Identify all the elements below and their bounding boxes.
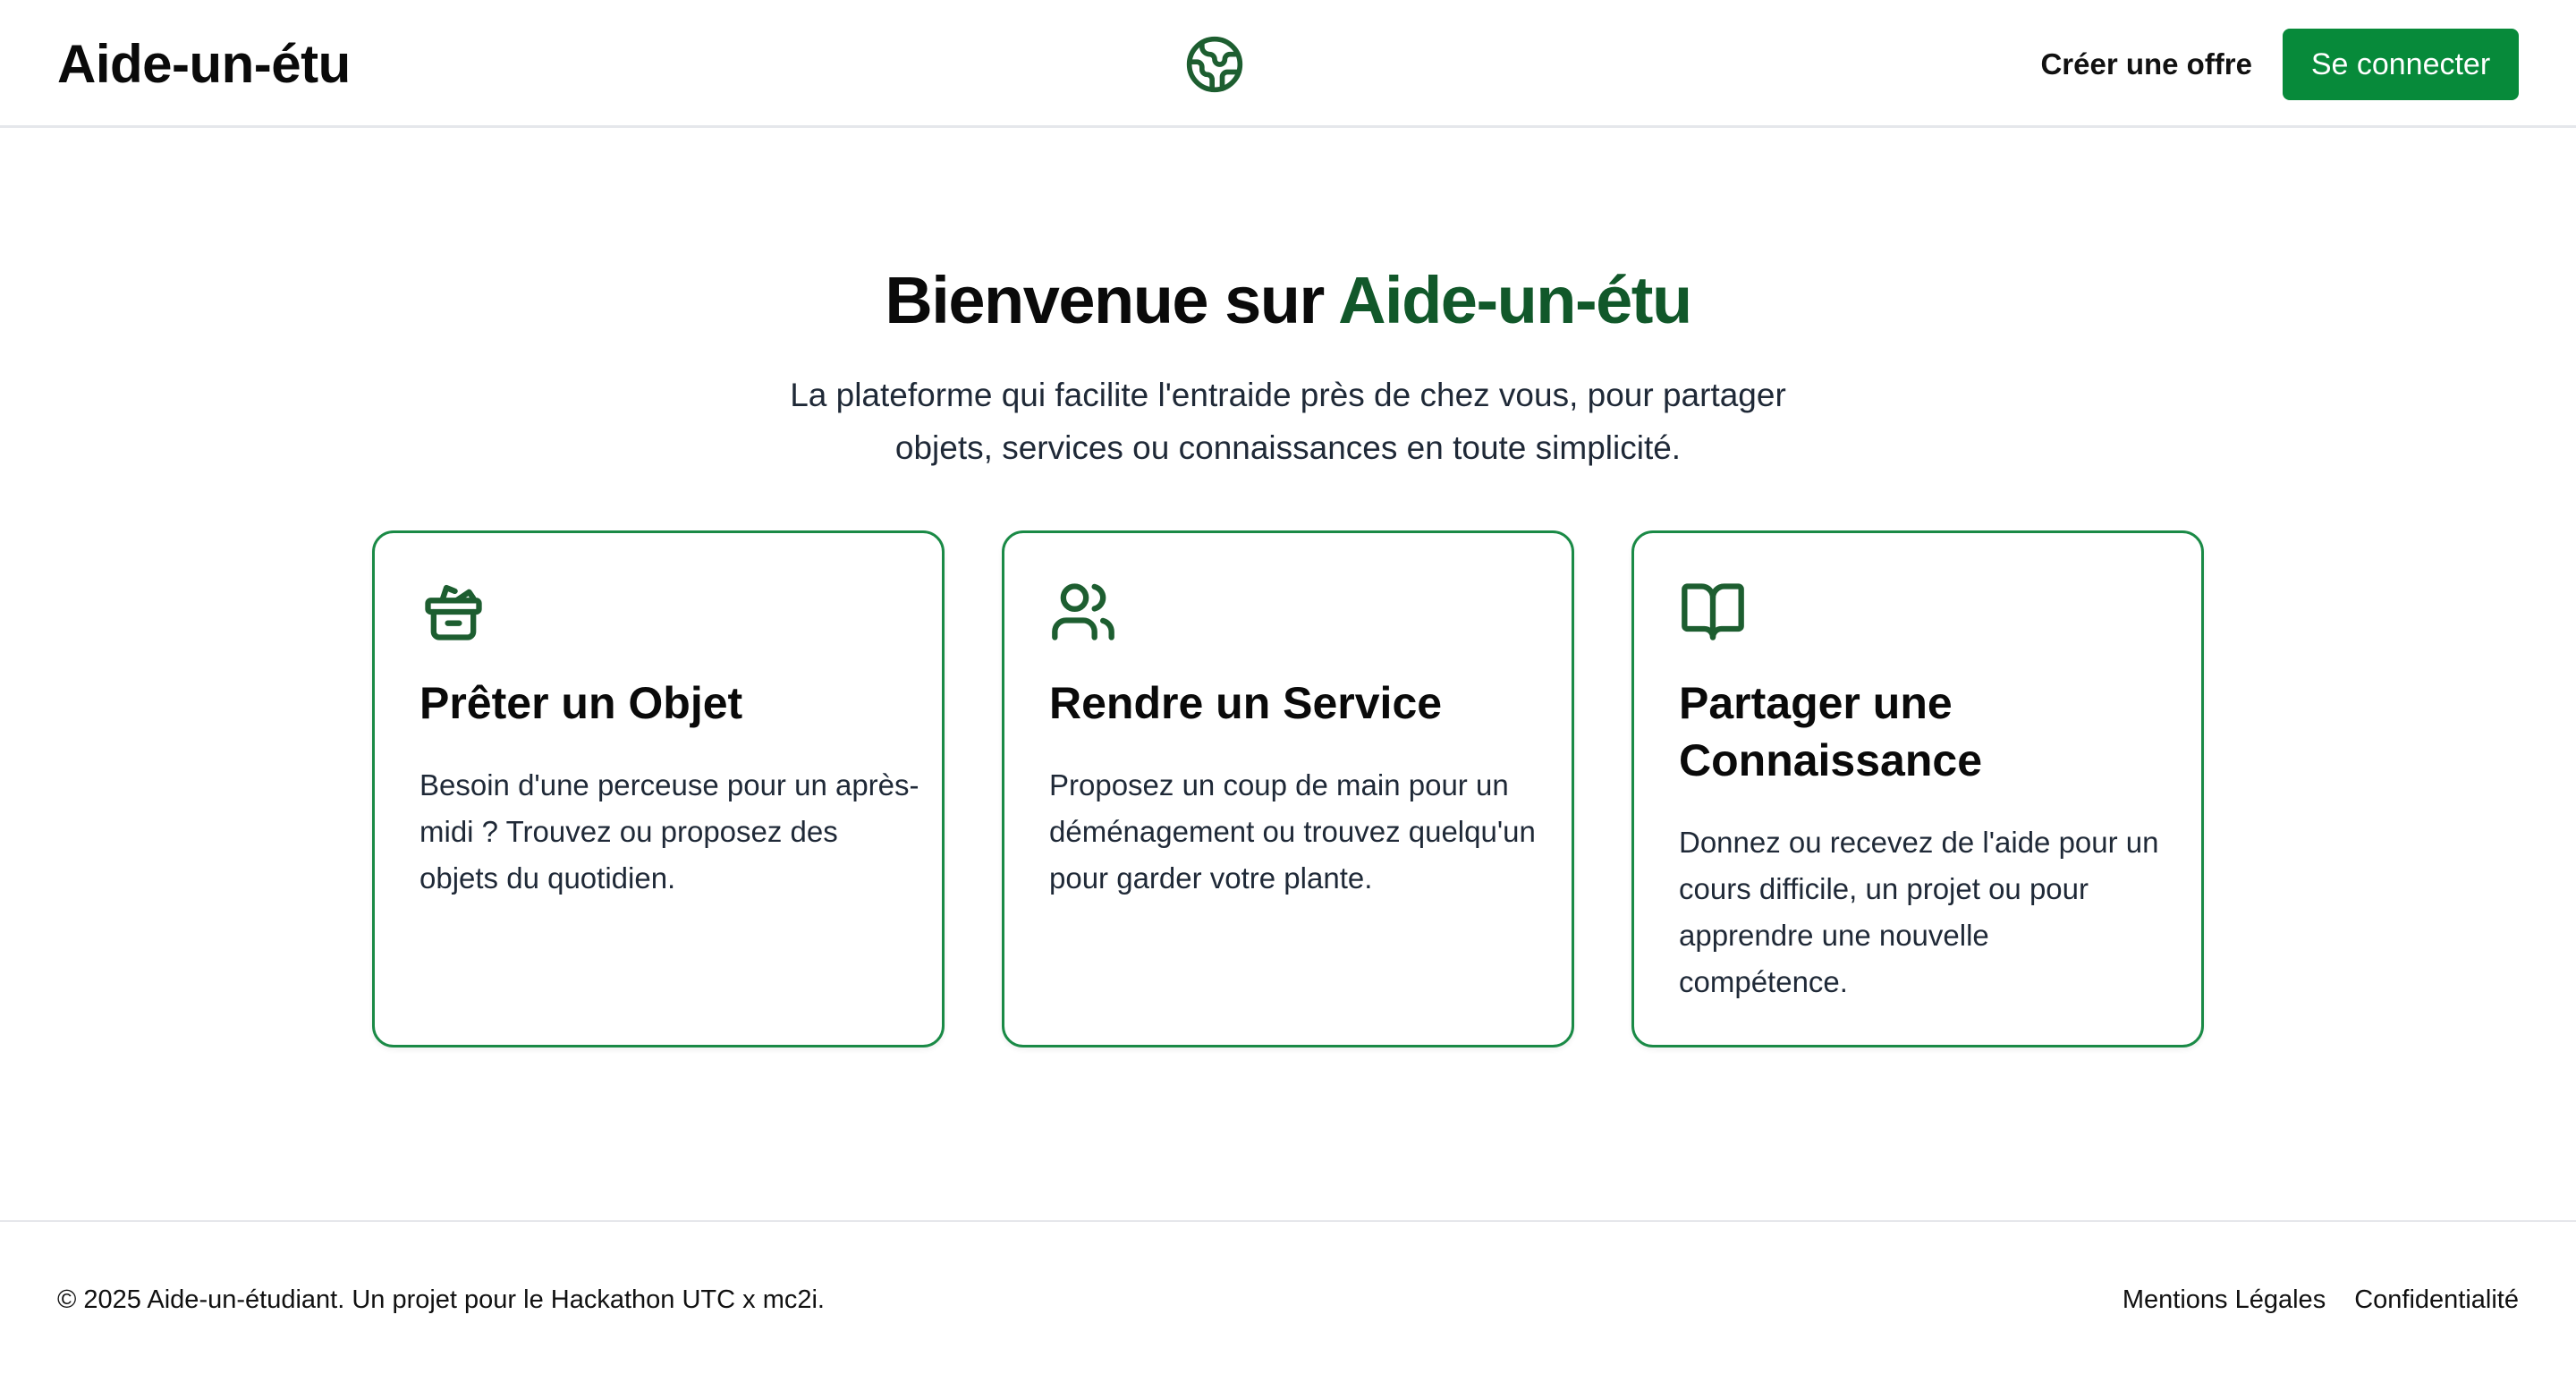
site-header: Aide-un-étu Créer une offre Se connecter <box>0 0 2576 128</box>
card-render-service[interactable]: Rendre un Service Proposez un coup de ma… <box>1002 530 1574 1047</box>
users-icon <box>1052 583 1114 640</box>
footer-links: Mentions Légales Confidentialité <box>2123 1279 2519 1320</box>
page-subtitle: La plateforme qui facilite l'entraide pr… <box>790 377 1786 466</box>
globe-icon[interactable] <box>1184 34 1245 95</box>
page-title-prefix: Bienvenue sur <box>885 263 1339 337</box>
site-footer: © 2025 Aide-un-étudiant. Un projet pour … <box>0 1220 2576 1374</box>
card-title: Partager une Connaissance <box>1679 678 1983 785</box>
card-description: Besoin d'une perceuse pour un après-midi… <box>419 768 919 895</box>
card-title: Rendre un Service <box>1049 678 1443 728</box>
login-button[interactable]: Se connecter <box>2283 29 2519 100</box>
card-lend-object[interactable]: Prêter un Objet Besoin d'une perceuse po… <box>372 530 945 1047</box>
card-title: Prêter un Objet <box>419 678 743 728</box>
page-title-accent: Aide-un-étu <box>1338 263 1692 337</box>
package-icon <box>425 584 482 640</box>
site-logo[interactable]: Aide-un-étu <box>57 30 351 98</box>
create-offer-link[interactable]: Créer une offre <box>2040 41 2252 88</box>
legal-notice-link[interactable]: Mentions Légales <box>2123 1279 2326 1320</box>
copyright-text: © 2025 Aide-un-étudiant. Un projet pour … <box>57 1285 825 1314</box>
card-description: Proposez un coup de main pour un déménag… <box>1049 768 1536 895</box>
book-open-icon <box>1682 583 1744 640</box>
card-share-knowledge[interactable]: Partager une Connaissance Donnez ou rece… <box>1631 530 2204 1047</box>
card-description: Donnez ou recevez de l'aide pour un cour… <box>1679 826 2159 998</box>
privacy-link[interactable]: Confidentialité <box>2354 1279 2519 1320</box>
page-title: Bienvenue sur Aide-un-étu <box>0 258 2576 344</box>
